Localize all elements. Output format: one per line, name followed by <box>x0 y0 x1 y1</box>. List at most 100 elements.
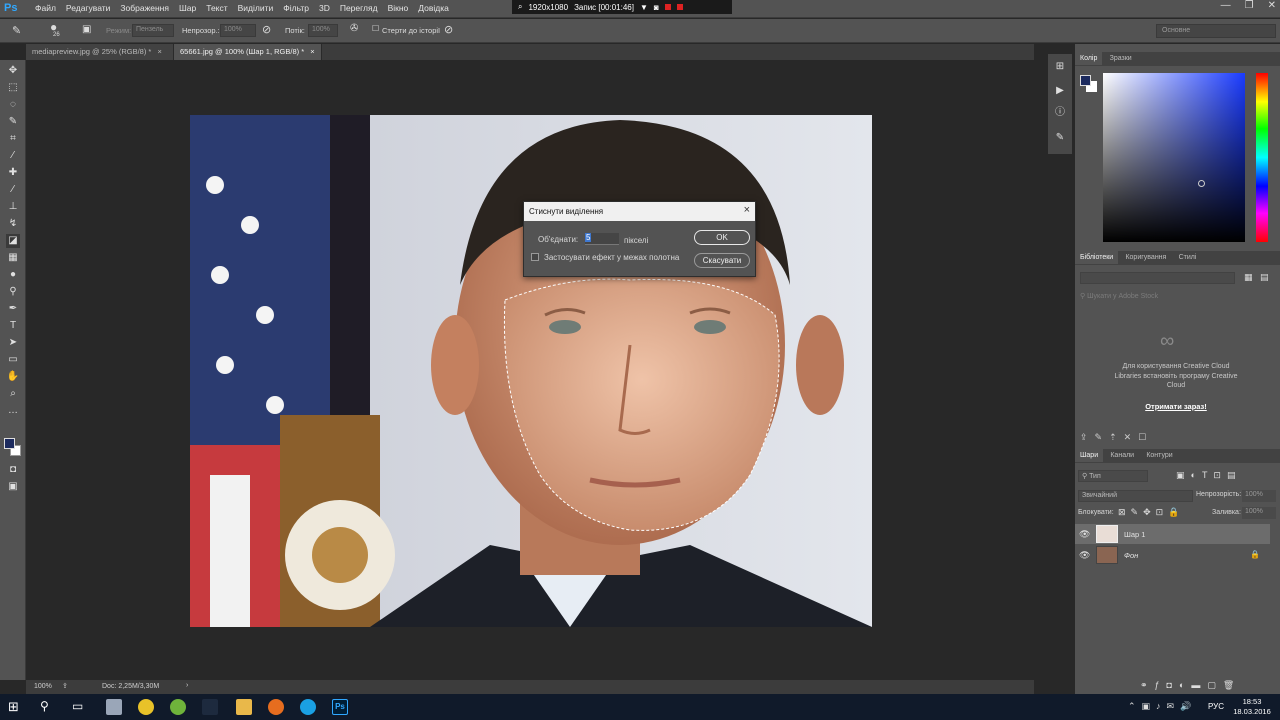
status-menu-icon[interactable]: › <box>186 682 188 689</box>
utorrent-icon[interactable] <box>170 699 186 715</box>
folder-icon[interactable] <box>236 699 252 715</box>
windows-start-icon[interactable]: ⊞ <box>8 699 24 715</box>
menu-layer[interactable]: Шар <box>174 3 201 13</box>
workspace-select[interactable]: Основне <box>1156 24 1276 38</box>
quick-mask-icon[interactable]: ◘ <box>6 463 20 477</box>
dialog-close-icon[interactable]: × <box>744 204 750 216</box>
history-brush-tool-icon[interactable]: ↯ <box>6 217 20 231</box>
search-icon[interactable]: ⚲ <box>40 699 56 715</box>
ok-button[interactable]: OK <box>694 230 750 245</box>
firefox-icon[interactable] <box>268 699 284 715</box>
more-tools-icon[interactable]: … <box>6 404 20 418</box>
info-panel-icon[interactable]: ⓘ <box>1053 106 1067 120</box>
grid-view-icon[interactable]: ▦ <box>1244 272 1253 283</box>
path-select-tool-icon[interactable]: ➤ <box>6 336 20 350</box>
magnifier-icon[interactable]: ⌕ <box>518 2 522 12</box>
apply-canvas-checkbox[interactable] <box>531 253 539 261</box>
tab-swatches[interactable]: Зразки <box>1105 52 1137 65</box>
layer-row-background[interactable]: 👁 Фон 🔒 <box>1075 545 1270 565</box>
maximize-icon[interactable]: ❐ <box>1245 0 1254 11</box>
clock[interactable]: 18:53 18.03.2016 <box>1232 697 1272 717</box>
actions-panel-icon[interactable]: ▶ <box>1053 84 1067 98</box>
history-panel-icon[interactable]: ⊞ <box>1053 60 1067 74</box>
record-icon[interactable] <box>676 4 683 10</box>
menu-window[interactable]: Вікно <box>383 3 414 13</box>
tab-paths[interactable]: Контури <box>1141 449 1177 462</box>
task-view-icon[interactable]: ▭ <box>72 699 88 715</box>
crop-tool-icon[interactable]: ⌗ <box>6 132 20 146</box>
tab-styles[interactable]: Стилі <box>1174 251 1202 264</box>
brush-tool-icon[interactable]: ∕ <box>6 183 20 197</box>
eraser-tool-icon[interactable]: ◪ <box>6 234 20 248</box>
lock-icons[interactable]: ⊠✎✥⊡🔒 <box>1118 507 1184 518</box>
list-view-icon[interactable]: ▤ <box>1260 272 1269 283</box>
hue-slider[interactable] <box>1256 73 1268 242</box>
tab-65661[interactable]: 65661.jpg @ 100% (Шар 1, RGB/8) * × <box>174 44 322 60</box>
brush-panel-icon[interactable]: ▣ <box>82 24 91 35</box>
layer-fill-field[interactable]: 100% <box>1242 507 1276 519</box>
visibility-eye-icon[interactable]: 👁 <box>1079 550 1090 561</box>
tab-adjustments[interactable]: Коригування <box>1120 251 1171 264</box>
menu-type[interactable]: Текст <box>201 3 232 13</box>
steam-icon[interactable] <box>202 699 218 715</box>
layer-row-layer1[interactable]: 👁 Шар 1 <box>1075 524 1270 544</box>
tab-libraries[interactable]: Бібліотеки <box>1075 251 1119 264</box>
menu-edit[interactable]: Редагувати <box>61 3 115 13</box>
panel-foreground-swatch[interactable] <box>1080 75 1091 86</box>
menu-filter[interactable]: Фільтр <box>278 3 314 13</box>
photoshop-taskbar-icon[interactable]: Ps <box>332 699 348 715</box>
close-icon[interactable]: ✕ <box>1268 0 1276 11</box>
opacity-field[interactable]: 100% <box>220 24 256 37</box>
color-picker-field[interactable] <box>1103 73 1245 242</box>
pause-icon[interactable]: ▼ <box>640 3 648 12</box>
skype-icon[interactable] <box>300 699 316 715</box>
eyedropper-tool-icon[interactable]: ⁄ <box>6 149 20 163</box>
rectangle-tool-icon[interactable]: ▭ <box>6 353 20 367</box>
stamp-tool-icon[interactable]: ⊥ <box>6 200 20 214</box>
airbrush-icon[interactable]: ✇ <box>350 23 358 34</box>
tab-mediapreview[interactable]: mediapreview.jpg @ 25% (RGB/8) * × <box>26 44 174 60</box>
marquee-tool-icon[interactable]: ⬚ <box>6 81 20 95</box>
tab-channels[interactable]: Канали <box>1105 449 1139 462</box>
pen-tool-icon[interactable]: ✒ <box>6 302 20 316</box>
foreground-color-swatch[interactable] <box>4 438 15 449</box>
menu-view[interactable]: Перегляд <box>335 3 383 13</box>
type-tool-icon[interactable]: T <box>6 319 20 333</box>
gradient-tool-icon[interactable]: ▦ <box>6 251 20 265</box>
explorer-app-icon[interactable] <box>106 699 122 715</box>
zoom-tool-icon[interactable]: ⌕ <box>6 387 20 401</box>
hand-tool-icon[interactable]: ✋ <box>6 370 20 384</box>
stop-record-icon[interactable] <box>664 4 671 10</box>
menu-3d[interactable]: 3D <box>314 3 335 13</box>
layer-filter-icons[interactable]: ▣◐T⊡▤ <box>1176 470 1241 481</box>
pressure-size-icon[interactable]: ⊘ <box>444 23 453 36</box>
blend-mode-select[interactable]: Звичайний <box>1078 490 1193 502</box>
document-image[interactable] <box>190 115 872 627</box>
menu-image[interactable]: Зображення <box>115 3 174 13</box>
zoom-level[interactable]: 100% <box>34 683 52 690</box>
merge-input[interactable]: 5 <box>585 233 619 245</box>
minimize-icon[interactable]: — <box>1221 0 1231 11</box>
dodge-tool-icon[interactable]: ⚲ <box>6 285 20 299</box>
color-picker-cursor[interactable] <box>1198 180 1205 187</box>
language-indicator[interactable]: РУС <box>1208 702 1224 711</box>
cancel-button[interactable]: Скасувати <box>694 253 750 268</box>
healing-tool-icon[interactable]: ✚ <box>6 166 20 180</box>
eraser-tool-icon[interactable]: ✎ <box>12 24 21 37</box>
layer-kind-filter[interactable]: ⚲ Тип <box>1078 470 1148 482</box>
library-search[interactable]: ⚲ Шукати у Adobe Stock <box>1080 292 1158 300</box>
menu-select[interactable]: Виділити <box>233 3 279 13</box>
tab-color[interactable]: Колір <box>1075 52 1103 65</box>
quick-select-tool-icon[interactable]: ✎ <box>6 115 20 129</box>
lasso-tool-icon[interactable]: ◌ <box>6 98 20 112</box>
visibility-eye-icon[interactable]: 👁 <box>1079 529 1090 540</box>
export-icon[interactable]: ⇪ <box>62 682 68 690</box>
erase-history-checkbox[interactable]: ☐ <box>372 24 379 33</box>
camera-icon[interactable]: ◙ <box>654 3 659 12</box>
screen-mode-icon[interactable]: ▣ <box>6 480 20 494</box>
mode-select[interactable]: Пензель <box>132 24 174 37</box>
flow-field[interactable]: 100% <box>308 24 338 37</box>
library-select[interactable] <box>1080 272 1235 284</box>
move-tool-icon[interactable]: ✥ <box>6 64 20 78</box>
tab-close-icon[interactable]: × <box>157 47 161 56</box>
